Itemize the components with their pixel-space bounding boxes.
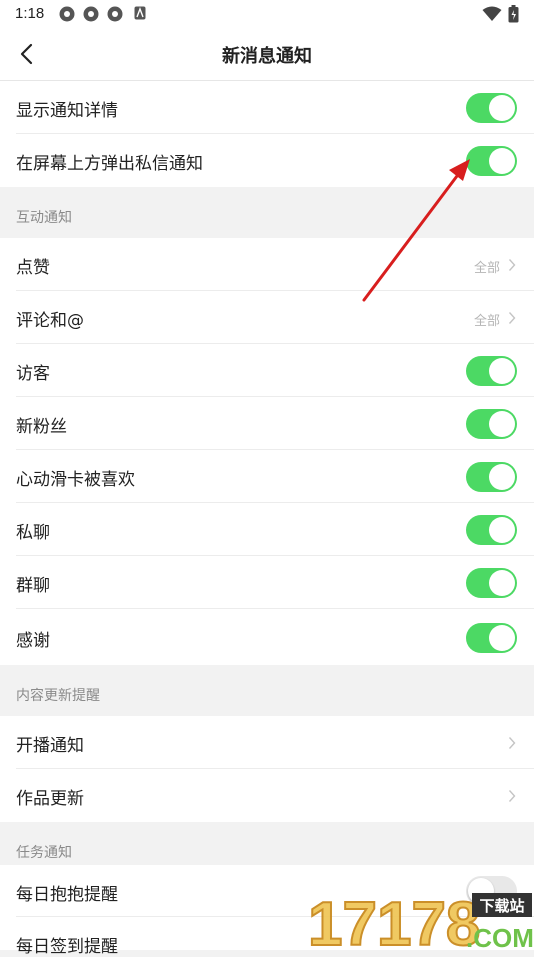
new-followers-toggle[interactable] [466,409,517,439]
setting-label: 每日签到提醒 [16,937,118,957]
setting-value: 全部 [473,261,500,276]
app-notification-icon [59,6,75,22]
section-header-content-updates: 内容更新提醒 [0,665,534,716]
setting-label: 私聊 [16,523,50,543]
new-followers-row[interactable]: 新粉丝 [0,397,534,450]
watermark-badge: 下载站 [479,897,524,915]
section-title: 任务通知 [16,845,72,861]
section-header-interaction: 互动通知 [0,187,534,238]
visitors-toggle[interactable] [466,356,517,386]
private-chat-row[interactable]: 私聊 [0,503,534,556]
section-title: 互动通知 [16,210,72,226]
chevron-right-icon [508,312,516,324]
setting-label: 感谢 [16,631,50,651]
private-chat-toggle[interactable] [466,515,517,545]
page-title: 新消息通知 [222,46,312,67]
section-header-task: 任务通知 [0,822,534,865]
navigation-bar: 新消息通知 [0,28,534,81]
swipe-card-liked-toggle[interactable] [466,462,517,492]
setting-value: 全部 [473,314,500,329]
setting-label: 显示通知详情 [16,101,118,121]
wifi-icon [482,6,502,21]
live-start-notification-row[interactable]: 开播通知 [0,716,534,769]
section-title: 内容更新提醒 [16,688,100,704]
chevron-right-icon [508,259,516,271]
toggle-knob [489,95,515,121]
setting-label: 在屏幕上方弹出私信通知 [16,154,203,174]
chevron-right-icon [508,790,516,802]
watermark-suffix: .COM [466,923,534,950]
thanks-row[interactable]: 感谢 [0,609,534,665]
toggle-knob [489,464,515,490]
setting-label: 心动滑卡被喜欢 [16,470,135,490]
setting-label: 群聊 [16,576,50,596]
setting-label: 点赞 [16,258,50,278]
setting-label: 新粉丝 [16,417,67,437]
setting-label: 作品更新 [16,789,84,809]
setting-label: 访客 [16,364,50,384]
chevron-right-icon [508,737,516,749]
status-bar: 1:18 [0,0,534,28]
show-details-toggle[interactable] [466,93,517,123]
watermark-logo: 17178 下载站 .COM [306,885,534,957]
toggle-knob [489,517,515,543]
visitors-row[interactable]: 访客 [0,344,534,397]
popup-notification-toggle[interactable] [466,146,517,176]
toggle-knob [489,358,515,384]
thanks-toggle[interactable] [466,623,517,653]
show-notification-details-row[interactable]: 显示通知详情 [0,81,534,134]
toggle-knob [489,411,515,437]
setting-label: 评论和@ [16,311,84,331]
app-notification-icon [107,6,123,22]
toggle-knob [489,148,515,174]
likes-row[interactable]: 点赞 全部 [0,238,534,291]
setting-label: 开播通知 [16,736,84,756]
android-icon [134,6,146,20]
works-update-row[interactable]: 作品更新 [0,769,534,822]
setting-label: 每日抱抱提醒 [16,885,118,905]
battery-icon [508,5,519,23]
group-chat-row[interactable]: 群聊 [0,556,534,609]
toggle-knob [489,625,515,651]
watermark-number: 17178 [308,890,480,950]
comments-mentions-row[interactable]: 评论和@ 全部 [0,291,534,344]
status-time: 1:18 [15,5,45,22]
group-chat-toggle[interactable] [466,568,517,598]
toggle-knob [489,570,515,596]
swipe-card-liked-row[interactable]: 心动滑卡被喜欢 [0,450,534,503]
popup-private-message-row[interactable]: 在屏幕上方弹出私信通知 [0,134,534,187]
app-notification-icon [83,6,99,22]
